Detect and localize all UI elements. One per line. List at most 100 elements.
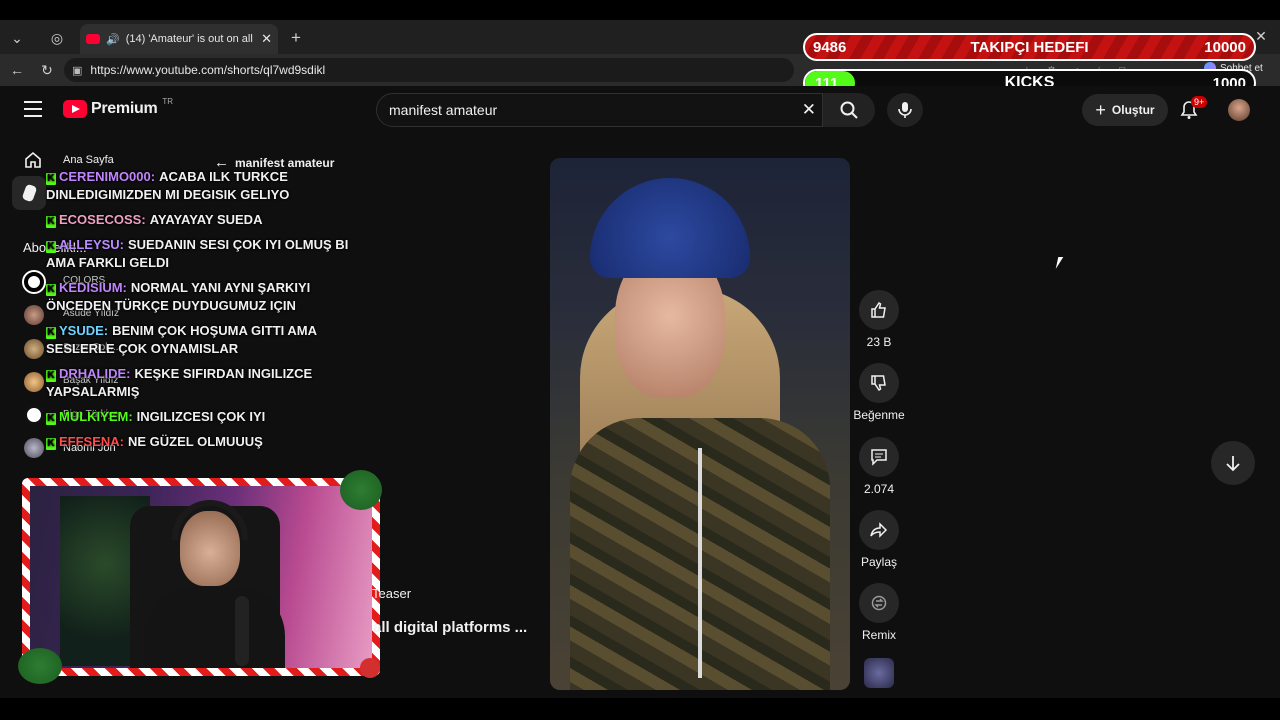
create-label: Oluştur <box>1111 103 1155 117</box>
screen: ⌄ ◎ 🔊 (14) 'Amateur' is out on all dig ✕… <box>0 0 1280 720</box>
kick-badge-icon: K <box>46 413 56 425</box>
chat-username: MULKIYEM: <box>59 409 133 424</box>
reload-icon[interactable]: ↻ <box>38 60 56 80</box>
channel-avatar-basak[interactable] <box>24 372 44 392</box>
chat-username: KEDISIUM: <box>59 280 127 295</box>
shorts-icon <box>21 183 38 203</box>
workspaces-icon[interactable]: ◎ <box>46 28 68 48</box>
youtube-play-logo-icon <box>63 100 87 118</box>
kick-badge-icon: K <box>46 284 56 296</box>
search-input[interactable]: manifest amateur ✕ <box>376 93 823 127</box>
like-count: 23 B <box>866 335 892 349</box>
streamer-webcam <box>22 478 380 676</box>
chat-text: AYAYAYAY SUEDA <box>149 212 263 227</box>
channel-avatar-asude[interactable] <box>24 305 44 325</box>
chat-text: NE GÜZEL OLMUUUŞ <box>128 434 263 449</box>
chat-message: K EFFSENA: NE GÜZEL OLMUUUŞ <box>46 433 356 451</box>
kick-badge-icon: K <box>46 241 56 253</box>
arrow-down-icon <box>1226 456 1240 472</box>
clear-search-icon[interactable]: ✕ <box>802 100 816 120</box>
top-letterbox <box>0 0 1280 20</box>
like-button[interactable] <box>859 290 899 330</box>
sound-thumbnail[interactable] <box>864 658 894 688</box>
chat-username: CERENIMO000: <box>59 169 156 184</box>
channel-avatar-sezer[interactable] <box>24 339 44 359</box>
webcam-feed <box>30 486 372 668</box>
channel-avatar-naomi[interactable] <box>24 438 44 458</box>
chat-username: EFFSENA: <box>59 434 124 449</box>
chat-message: K DRHALIDE: KEŞKE SIFIRDAN INGILIZCE YAPSA… <box>46 365 356 401</box>
chat-message: K CERENIMO000: ACABA ILK TURKCE DINLEDIGIM… <box>46 168 356 204</box>
chat-username: ALLEYSU: <box>59 237 124 252</box>
kick-badge-icon: K <box>46 216 56 228</box>
channel-avatar-colors[interactable] <box>24 272 44 292</box>
channel-avatar-bigo[interactable] <box>24 405 44 425</box>
microphone-icon <box>898 102 912 118</box>
notifications-button[interactable]: 9+ <box>1180 96 1208 120</box>
browser-tab-active[interactable]: 🔊 (14) 'Amateur' is out on all dig ✕ <box>80 24 278 54</box>
chat-message: K MULKIYEM: INGILIZCESI ÇOK IYI <box>46 408 356 426</box>
youtube-favicon-icon <box>86 34 100 44</box>
holly-decoration-top <box>340 470 382 510</box>
search-value: manifest amateur <box>389 102 498 118</box>
sidebar-home-label[interactable]: Ana Sayfa <box>63 154 114 166</box>
comments-button[interactable] <box>859 437 899 477</box>
thumbs-up-icon <box>871 301 886 318</box>
youtube-premium-logo[interactable]: Premium TR <box>63 96 174 118</box>
chat-username: ECOSECOSS: <box>59 212 146 227</box>
remix-button[interactable] <box>859 583 899 623</box>
search-icon <box>840 101 858 119</box>
create-button[interactable]: + Oluştur <box>1082 94 1168 126</box>
kick-badge-icon: K <box>46 173 56 185</box>
thumbs-down-icon <box>871 375 886 392</box>
voice-search-button[interactable] <box>887 93 923 127</box>
back-arrow-icon[interactable]: ← <box>8 60 26 80</box>
comment-count: 2.074 <box>863 482 895 496</box>
audio-playing-icon[interactable]: 🔊 <box>106 33 120 46</box>
home-icon[interactable] <box>24 151 42 169</box>
follower-target: 10000 <box>1204 38 1246 56</box>
dislike-button[interactable] <box>859 363 899 403</box>
chat-message: K KEDISIUM: NORMAL YANI AYNI ŞARKIYI ÖNCED… <box>46 279 356 315</box>
chat-message: K YSUDE: BENIM ÇOK HOŞUMA GITTI AMA SESLER… <box>46 322 356 358</box>
comment-icon <box>871 449 887 466</box>
share-button[interactable] <box>859 510 899 550</box>
chat-username: YSUDE: <box>59 323 109 338</box>
short-title[interactable]: all digital platforms ... <box>373 619 527 636</box>
ornament-decoration <box>360 658 380 678</box>
logo-text: Premium <box>91 100 158 117</box>
site-info-icon[interactable]: ▣ <box>72 64 82 77</box>
video-zipper <box>698 448 702 678</box>
holly-decoration-bottom <box>18 648 62 684</box>
close-tab-icon[interactable]: ✕ <box>261 31 272 47</box>
stream-chat-overlay: K CERENIMO000: ACABA ILK TURKCE DINLEDIGIM… <box>46 168 356 458</box>
tab-title: (14) 'Amateur' is out on all dig <box>125 33 255 45</box>
remix-label: Remix <box>861 628 896 642</box>
kick-badge-icon: K <box>46 327 56 339</box>
url-text: https://www.youtube.com/shorts/ql7wd9sdi… <box>90 63 326 77</box>
new-tab-icon[interactable]: + <box>286 28 306 48</box>
share-label: Paylaş <box>860 555 898 569</box>
logo-region: TR <box>162 96 174 106</box>
mouse-cursor-icon <box>1055 257 1064 269</box>
chat-message: K ALLEYSU: SUEDANIN SESI ÇOK IYI OLMUŞ BI … <box>46 236 356 272</box>
chat-username: DRHALIDE: <box>59 366 131 381</box>
follower-goal-bar: 9486 TAKIPÇI HEDEFI 10000 <box>803 33 1256 61</box>
kick-badge-icon: K <box>46 370 56 382</box>
video-cap <box>590 178 750 278</box>
sidebar-item-shorts[interactable] <box>12 176 46 210</box>
next-short-button[interactable] <box>1211 441 1255 485</box>
address-bar[interactable]: ▣ https://www.youtube.com/shorts/ql7wd9s… <box>64 58 794 82</box>
plus-icon: + <box>1095 99 1106 120</box>
short-video-player[interactable] <box>550 158 850 690</box>
kick-badge-icon: K <box>46 438 56 450</box>
chat-message: K ECOSECOSS: AYAYAYAY SUEDA <box>46 211 356 229</box>
dislike-label: Beğenme <box>853 408 905 422</box>
bottom-letterbox <box>0 698 1280 720</box>
search-button[interactable] <box>823 93 875 127</box>
menu-hamburger-icon[interactable] <box>24 101 42 117</box>
microphone-icon <box>235 596 249 666</box>
notification-badge: 9+ <box>1191 96 1208 108</box>
tab-list-chevron-icon[interactable]: ⌄ <box>6 28 28 48</box>
account-avatar[interactable] <box>1228 99 1250 121</box>
